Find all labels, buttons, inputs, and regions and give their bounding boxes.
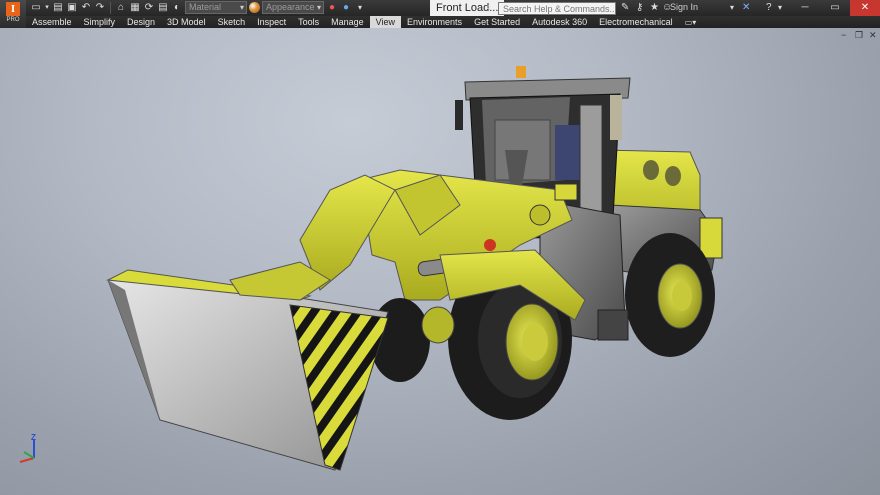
application-menu-button[interactable]: I PRO	[0, 0, 26, 28]
search-help-input[interactable]	[498, 2, 616, 15]
maximize-window-icon[interactable]: ▭	[820, 0, 850, 16]
inventor-logo-icon: I	[6, 2, 20, 16]
update-icon[interactable]: ⟳	[143, 1, 155, 14]
minimize-window-icon[interactable]: ─	[790, 0, 820, 16]
binoculars-icon[interactable]: ⌕	[486, 1, 492, 15]
appearance-globe-icon	[249, 2, 260, 13]
customize-icon[interactable]: ▾	[354, 1, 366, 14]
title-bar: I PRO ▭ ▾ ▤ ▣ ↶ ↷ ⌂ ▦ ⟳ ▤ ◐ Material App…	[0, 0, 880, 28]
toolbar-divider	[110, 1, 111, 14]
material-dropdown-label: Material	[189, 2, 222, 12]
document-title: Front Load...	[430, 0, 505, 16]
new-dropdown-icon[interactable]: ▾	[44, 1, 50, 14]
tools-wrench-icon[interactable]: ✎	[621, 1, 629, 15]
view-triad-icon	[19, 440, 35, 463]
exchange-apps-icon[interactable]: ✕	[742, 1, 750, 15]
sign-in-link[interactable]: Sign In	[670, 2, 698, 12]
ribbon-minimize-icon[interactable]: ▭▾	[679, 18, 703, 27]
tab-tools[interactable]: Tools	[292, 16, 325, 28]
quick-access-toolbar: ▭ ▾ ▤ ▣ ↶ ↷ ⌂ ▦ ⟳ ▤ ◐ Material Appearanc…	[30, 1, 366, 14]
color-override-icon[interactable]: ●	[340, 1, 352, 14]
signin-dropdown-icon[interactable]: ▾	[730, 1, 734, 15]
undo-icon[interactable]: ↶	[80, 1, 92, 14]
clear-appearance-icon[interactable]: ●	[326, 1, 338, 14]
ribbon-tab-bar: Assemble Simplify Design 3D Model Sketch Insp…	[26, 16, 880, 28]
app-sub-label: PRO	[6, 17, 20, 23]
tab-environments[interactable]: Environments	[401, 16, 468, 28]
tab-electromechanical[interactable]: Electromechanical	[593, 16, 679, 28]
open-icon[interactable]: ▤	[52, 1, 64, 14]
tab-view[interactable]: View	[369, 16, 402, 28]
appearance-dropdown-label: Appearance	[266, 2, 315, 12]
tab-inspect[interactable]: Inspect	[251, 16, 292, 28]
favorites-star-icon[interactable]: ★	[650, 1, 659, 15]
tab-assemble[interactable]: Assemble	[26, 16, 78, 28]
home-icon[interactable]: ⌂	[115, 1, 127, 14]
tab-design[interactable]: Design	[121, 16, 161, 28]
tab-sketch[interactable]: Sketch	[212, 16, 252, 28]
measure-icon[interactable]: ◐	[171, 1, 183, 14]
bucket	[106, 261, 389, 471]
front-loader-model[interactable]	[0, 28, 880, 495]
tab-simplify[interactable]: Simplify	[78, 16, 122, 28]
tab-manage[interactable]: Manage	[325, 16, 370, 28]
select-icon[interactable]: ▦	[129, 1, 141, 14]
rear-wheel	[625, 233, 715, 357]
new-file-icon[interactable]: ▭	[30, 1, 42, 14]
tab-get-started[interactable]: Get Started	[468, 16, 526, 28]
redo-icon[interactable]: ↷	[94, 1, 106, 14]
ipropertie-icon[interactable]: ▤	[157, 1, 169, 14]
appearance-dropdown[interactable]: Appearance	[262, 1, 324, 14]
save-icon[interactable]: ▣	[66, 1, 78, 14]
triad-z-label: Z	[31, 433, 36, 442]
close-window-icon[interactable]: ✕	[850, 0, 880, 16]
subscription-key-icon[interactable]: ⚷	[636, 1, 643, 15]
help-icon[interactable]: ?	[766, 1, 772, 15]
tab-3d-model[interactable]: 3D Model	[161, 16, 212, 28]
help-dropdown-icon[interactable]: ▾	[778, 1, 782, 15]
tab-autodesk-360[interactable]: Autodesk 360	[526, 16, 593, 28]
graphics-viewport[interactable]: − ❐ ✕ Z	[0, 28, 880, 495]
material-dropdown[interactable]: Material	[185, 1, 247, 14]
